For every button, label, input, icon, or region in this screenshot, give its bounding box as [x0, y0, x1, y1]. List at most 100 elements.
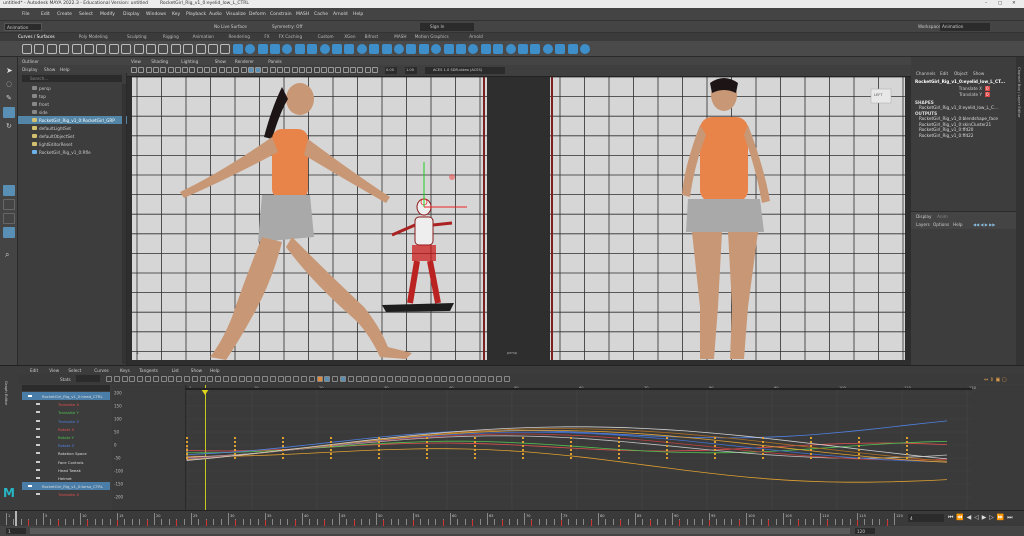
output-node[interactable]: RocketGirl_Rig_v1_0:ffd22 — [919, 133, 973, 138]
side-by-side-icon[interactable] — [3, 213, 15, 224]
graph-tool-icon[interactable] — [262, 376, 268, 382]
keyframe[interactable] — [618, 441, 620, 443]
curve-list-item[interactable]: Translate X — [22, 400, 110, 408]
graph-menu-keys[interactable]: Keys — [120, 368, 130, 373]
shelf-tab-0[interactable]: Curves / Surfaces — [18, 34, 55, 39]
playback-controls[interactable]: ⏮ ⏪ ◀ ◁ ▶ ▷ ⏩ ⏭ — [946, 514, 1024, 522]
viewport-menu-renderer[interactable]: Renderer — [235, 59, 254, 64]
graph-tool-icon[interactable] — [496, 376, 502, 382]
current-frame-field[interactable]: 4 — [908, 514, 944, 522]
viewport-tool-icon[interactable] — [145, 67, 152, 73]
keyframe[interactable] — [858, 445, 860, 447]
graph-tool-icon[interactable] — [246, 376, 253, 382]
graph-tool-icon[interactable] — [223, 376, 229, 382]
viewport-tool-icon[interactable] — [313, 67, 320, 73]
menu-windows[interactable]: Windows — [146, 12, 166, 17]
curve-list-item[interactable]: Rotate Y — [22, 433, 110, 441]
viewport[interactable]: View Shading Lighting Show Renderer Panels 0.… — [127, 57, 911, 365]
outliner-menu-display[interactable]: Display — [22, 67, 37, 72]
graph-tool-icon[interactable] — [269, 376, 276, 382]
shelf-tool-icon[interactable] — [257, 44, 268, 54]
shelf-tab-10[interactable]: Bifrost — [365, 34, 379, 39]
graph-outliner-search[interactable] — [22, 385, 110, 391]
keyframe[interactable] — [762, 445, 764, 447]
viewport-tool-icon[interactable] — [167, 67, 174, 73]
shelf-tool-icon[interactable] — [530, 44, 541, 54]
keyframe[interactable] — [762, 441, 764, 443]
keyframe[interactable] — [234, 437, 236, 439]
curve-list-item[interactable]: Translate Z — [22, 417, 110, 425]
keyframe[interactable] — [282, 445, 284, 447]
keyframe[interactable] — [714, 441, 716, 443]
graph-tool-icon[interactable] — [371, 376, 378, 382]
shelf-tool-icon[interactable] — [369, 44, 380, 54]
keyframe[interactable] — [810, 449, 812, 451]
keyframe[interactable] — [810, 453, 812, 455]
keyframe[interactable] — [570, 445, 572, 447]
shelf-tool-icon[interactable] — [468, 44, 479, 54]
four-view-icon[interactable] — [3, 199, 15, 210]
curve-list-item[interactable]: Rotate Z — [22, 441, 110, 449]
start-time-field[interactable]: 1 — [6, 528, 26, 534]
shelf-tool-icon[interactable] — [555, 44, 566, 54]
curve-list-item[interactable]: Translate X — [22, 490, 110, 498]
menu-set-dropdown[interactable]: Animation — [4, 23, 42, 31]
stats-field[interactable] — [76, 375, 100, 382]
outliner-item[interactable]: front — [18, 100, 127, 108]
shelf-tool-icon[interactable] — [170, 44, 181, 54]
graph-tool-icon[interactable] — [316, 376, 323, 382]
graph-tool-icon[interactable] — [285, 376, 292, 382]
shelf-tool-icon[interactable] — [294, 44, 305, 54]
minimize-icon[interactable]: – — [985, 1, 987, 6]
exposure-field[interactable]: 0.00 — [385, 67, 397, 74]
graph-tool-icon[interactable] — [121, 376, 128, 382]
shelf-tool-icon[interactable] — [344, 44, 355, 54]
keyframe[interactable] — [186, 457, 188, 459]
shelf-tool-icon[interactable] — [146, 44, 156, 54]
keyframe[interactable] — [570, 453, 572, 455]
channel-menu-channels[interactable]: Channels — [916, 71, 935, 76]
maximize-icon[interactable]: □ — [998, 1, 1002, 6]
layer-menu-options[interactable]: Options — [933, 222, 949, 227]
menu-display[interactable]: Display — [123, 12, 140, 17]
shelf-tool-icon[interactable] — [394, 44, 404, 54]
graph-tool-icon[interactable] — [464, 376, 471, 382]
graph-tool-icon[interactable] — [340, 376, 346, 382]
outliner-menu-help[interactable]: Help — [60, 67, 70, 72]
viewport-tool-icon[interactable] — [182, 67, 189, 73]
curve-list-item[interactable]: RocketGirl_Rig_v1_0:torso_CTRL — [22, 482, 110, 491]
shelf-tool-icon[interactable] — [96, 44, 107, 54]
keyframe[interactable] — [234, 457, 236, 459]
shelf-tool-icon[interactable] — [418, 44, 429, 54]
viewport-tool-icon[interactable] — [291, 67, 298, 73]
keyframe[interactable] — [426, 441, 428, 443]
gamma-field[interactable]: 1.00 — [405, 67, 417, 74]
viewport-menu-view[interactable]: View — [131, 59, 141, 64]
channel-menu-object[interactable]: Object — [954, 71, 968, 76]
shelf-tool-icon[interactable] — [356, 44, 367, 54]
keyframe[interactable] — [330, 441, 332, 443]
keyframe[interactable] — [714, 449, 716, 451]
graph-menu-edit[interactable]: Edit — [30, 368, 38, 373]
layer-tab-display[interactable]: Display — [916, 214, 931, 219]
keyframe[interactable] — [378, 437, 380, 439]
range-bar[interactable] — [30, 528, 850, 534]
select-tool-icon[interactable]: ➤ — [3, 65, 15, 76]
keyframe[interactable] — [522, 453, 524, 455]
keyframe[interactable] — [378, 449, 380, 451]
keyframe[interactable] — [426, 453, 428, 455]
viewport-tool-icon[interactable] — [371, 67, 378, 73]
keyframe[interactable] — [810, 445, 812, 447]
outliner-scrollbar[interactable] — [122, 84, 126, 364]
channel-menu-edit[interactable]: Edit — [940, 71, 948, 76]
graph-tool-icon[interactable] — [176, 376, 183, 382]
graph-tool-icon[interactable] — [503, 376, 510, 382]
shelf-tab-12[interactable]: Motion Graphics — [415, 34, 449, 39]
shelf-tool-icon[interactable] — [59, 44, 70, 54]
menu-cache[interactable]: Cache — [314, 12, 328, 17]
graph-tool-icon[interactable] — [347, 376, 354, 382]
graph-tool-icon[interactable] — [402, 376, 409, 382]
menu-key[interactable]: Key — [172, 12, 180, 17]
keyframe[interactable] — [906, 445, 908, 447]
graph-tool-icon[interactable] — [410, 376, 417, 382]
